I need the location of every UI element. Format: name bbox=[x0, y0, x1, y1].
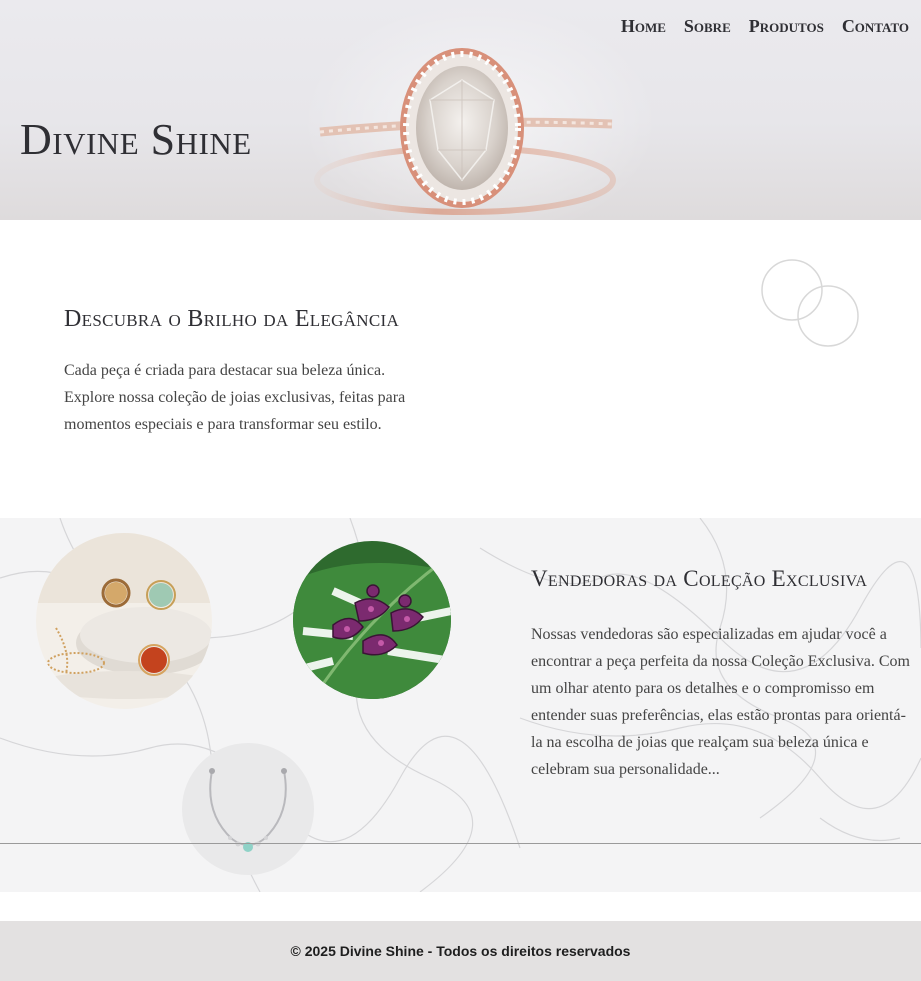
footer-copyright: © 2025 Divine Shine - Todos os direitos … bbox=[290, 943, 631, 959]
collection-text: Nossas vendedoras são especializadas em … bbox=[531, 626, 910, 778]
intro-text: Cada peça é criada para destacar sua bel… bbox=[64, 362, 406, 433]
nav-home[interactable]: Home bbox=[621, 16, 666, 37]
brand-logo[interactable]: Divine Shine bbox=[20, 114, 252, 165]
intro-section: Descubra o Brilho da Elegância Cada peça… bbox=[0, 220, 921, 518]
collection-section: Vendedoras da Coleção Exclusiva Nossas v… bbox=[0, 518, 921, 892]
main-nav: Home Sobre Produtos Contato bbox=[621, 16, 909, 37]
section-divider bbox=[0, 843, 921, 844]
footer: © 2025 Divine Shine - Todos os direitos … bbox=[0, 921, 921, 981]
intro-title: Descubra o Brilho da Elegância bbox=[64, 306, 400, 332]
interlocking-rings-icon bbox=[761, 259, 859, 347]
bracelet-photo bbox=[182, 743, 314, 875]
hero-ring-image bbox=[314, 48, 616, 215]
purple-earrings-photo bbox=[293, 541, 451, 699]
nav-sobre[interactable]: Sobre bbox=[684, 16, 731, 37]
nav-contato[interactable]: Contato bbox=[842, 16, 909, 37]
rings-on-stone-photo bbox=[36, 533, 212, 709]
nav-produtos[interactable]: Produtos bbox=[749, 16, 824, 37]
hero-banner: Divine Shine Home Sobre Produtos Contato bbox=[0, 0, 921, 220]
collection-title: Vendedoras da Coleção Exclusiva bbox=[531, 566, 868, 591]
